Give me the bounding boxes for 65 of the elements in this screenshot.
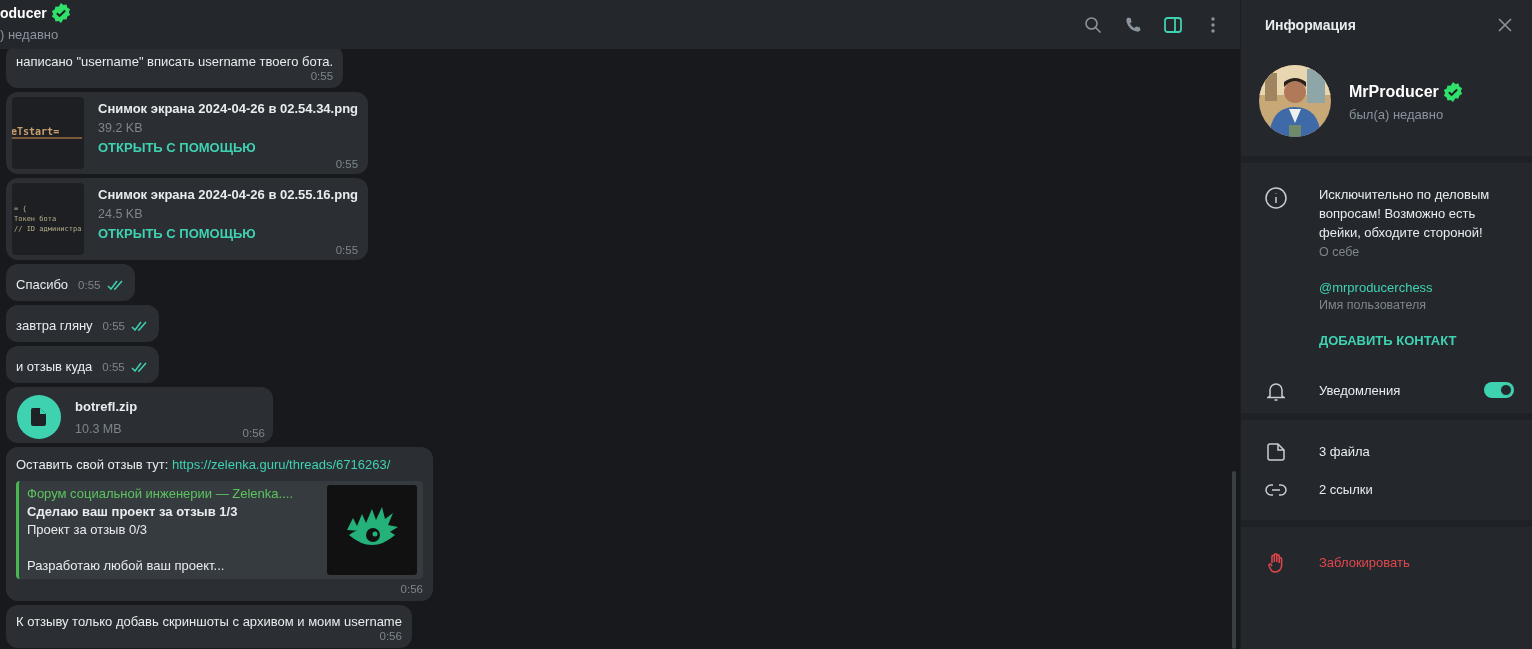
file-name: Снимок экрана 2024-04-26 в 02.55.16.png [98, 187, 359, 202]
file-size: 24.5 KB [98, 207, 144, 221]
media-item[interactable]: 3 файла [1241, 432, 1532, 470]
sidebar-icon [1164, 16, 1182, 33]
message-time: 0:55 [78, 278, 101, 293]
message-time: 0:55 [102, 319, 125, 334]
file-size: 39.2 KB [98, 121, 144, 135]
message-text: Оставить свой отзыв тут: https://zelenka.guru/threads/6716263/ [16, 456, 392, 474]
double-check-icon [106, 280, 125, 290]
search-button[interactable] [1084, 15, 1102, 34]
username-label: Имя пользователя [1319, 298, 1427, 312]
menu-icon [1211, 16, 1215, 33]
message-time: 0:55 [310, 70, 334, 82]
message-text: Спасибо [16, 276, 69, 294]
file-icon [1267, 443, 1285, 461]
link-icon [1265, 484, 1287, 496]
file-icon[interactable] [17, 395, 61, 439]
message-time: 0:55 [102, 360, 125, 375]
file-size: 10.3 MB [75, 422, 123, 436]
media-item[interactable]: 2 ссылки [1241, 470, 1532, 508]
message-time: 0:55 [335, 158, 359, 170]
notifications-label: Уведомления [1319, 382, 1402, 398]
username-text: @mrproducerchess [1319, 280, 1434, 295]
eye-logo-icon [327, 485, 417, 575]
preview-title: Сделаю ваш проект за отзыв 1/3 [27, 503, 239, 521]
scrollbar[interactable] [1232, 471, 1236, 649]
close-button[interactable] [1496, 15, 1514, 34]
link-preview[interactable]: Форум социальной инженерии — Zelenka.... Сделаю ваш проект за отзыв 1/3 Проект за отзыв 0/3 Разработаю любой ваш проект... [16, 481, 423, 579]
double-check-icon [131, 321, 149, 331]
message-time: 0:55 [335, 244, 359, 256]
profile-name: MrProducer [1349, 82, 1439, 101]
bio-text: Исключительно по деловым вопросам! Возможно есть фейки, обходите стороной! [1319, 186, 1491, 242]
chat-title: oducer [0, 4, 47, 21]
info-icon [1265, 187, 1287, 209]
message-link[interactable]: https://zelenka.guru/threads/6716263/ [172, 457, 391, 472]
message-time: 0:56 [242, 427, 265, 439]
profile-status: был(а) недавно [1349, 106, 1445, 122]
file-name: Снимок экрана 2024-04-26 в 02.54.34.png [98, 101, 359, 116]
sidebar-toggle-button[interactable] [1164, 15, 1182, 34]
search-icon [1084, 15, 1102, 34]
bio-label: О себе [1319, 245, 1361, 259]
preview-description: Разработаю любой ваш проект... [27, 557, 226, 575]
open-with-link[interactable]: ОТКРЫТЬ С ПОМОЩЬЮ [98, 226, 359, 241]
open-with-link[interactable]: ОТКРЫТЬ С ПОМОЩЬЮ [98, 140, 359, 155]
hand-icon [1268, 553, 1284, 573]
panel-title: Информация [1265, 16, 1356, 33]
phone-icon [1124, 15, 1142, 34]
screenshot-thumbnail[interactable]: eTstart= [12, 97, 84, 169]
message-time: 0:56 [379, 630, 402, 642]
double-check-icon [130, 362, 149, 372]
bell-icon [1267, 381, 1285, 401]
message-text: К отзыву только добавь скриншоты с архивом и моим username [16, 613, 402, 631]
preview-site: Форум социальной инженерии — Zelenka.... [27, 485, 294, 503]
block-button[interactable]: Заблокировать [1241, 543, 1532, 581]
notifications-toggle[interactable] [1484, 382, 1514, 398]
preview-description: Проект за отзыв 0/3 [27, 521, 149, 539]
close-icon [1498, 17, 1512, 32]
phone-button[interactable] [1124, 15, 1142, 34]
file-name: botrefl.zip [75, 399, 138, 414]
add-contact-button[interactable]: ДОБАВИТЬ КОНТАКТ [1319, 333, 1514, 348]
message-text: написано "username" вписать username твоего бота. [16, 53, 334, 71]
message-text: и отзыв куда [16, 358, 93, 376]
message-text: завтра гляну [16, 317, 93, 335]
chat-status: ) недавно [0, 26, 60, 42]
message-time: 0:56 [400, 583, 423, 595]
